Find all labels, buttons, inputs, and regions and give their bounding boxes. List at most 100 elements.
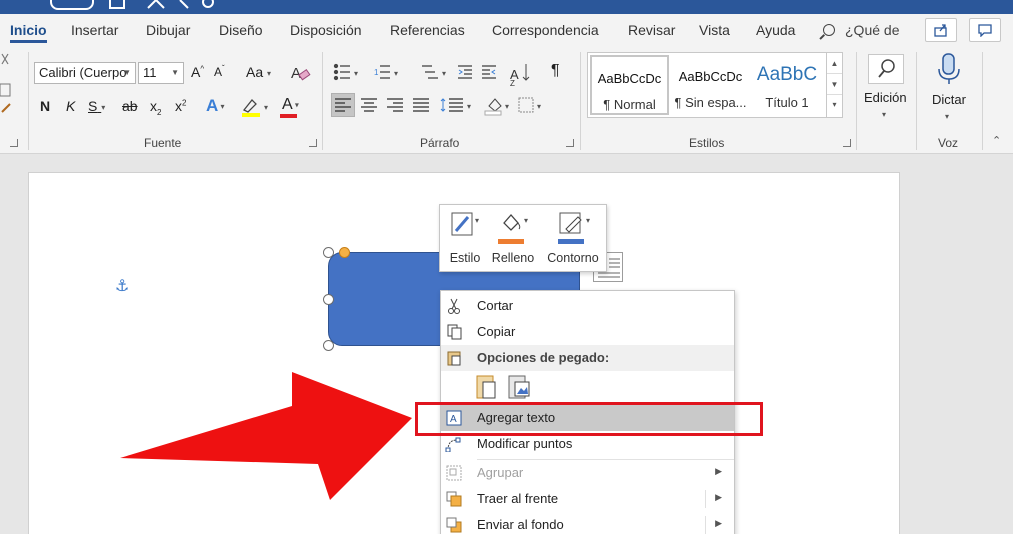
menu-item-label: Agrupar	[477, 465, 524, 480]
clipboard-launcher[interactable]	[10, 139, 18, 147]
font-name-combo[interactable]: Calibri (Cuerpo ▼	[34, 62, 136, 84]
paragraph-row2-icons[interactable]: ▾ ▾ ▾	[333, 96, 573, 116]
strikethrough-button[interactable]: ab	[122, 98, 138, 114]
gallery-more-icon[interactable]: ▾	[827, 95, 842, 115]
shrink-font-label: A	[214, 65, 223, 79]
comments-button[interactable]	[969, 18, 1001, 42]
tell-me-search[interactable]: ¿Qué de	[823, 22, 899, 38]
subscript-button[interactable]: x2	[150, 98, 161, 117]
submenu-separator	[705, 490, 706, 508]
style-sample: AaBbCcDc	[678, 69, 743, 84]
resize-handle[interactable]	[323, 247, 334, 258]
bold-button[interactable]: N	[40, 98, 50, 114]
microphone-icon[interactable]	[934, 52, 964, 86]
change-case-label: Aa	[246, 64, 264, 80]
clipboard-icons[interactable]	[0, 52, 14, 132]
svg-text:▾: ▾	[505, 102, 509, 111]
grow-font-label: A	[191, 64, 201, 80]
editing-label[interactable]: Edición	[864, 90, 907, 105]
find-button[interactable]	[868, 54, 904, 84]
chevron-right-icon[interactable]: ▶	[715, 518, 722, 529]
search-icon	[823, 24, 835, 36]
menu-item-bring-front[interactable]: Traer al frente ▶	[441, 486, 734, 512]
font-launcher[interactable]	[309, 139, 317, 147]
adjust-handle[interactable]	[339, 247, 350, 258]
font-size-combo[interactable]: 11 ▼	[138, 62, 184, 84]
highlight-color-icon[interactable]: ▾	[240, 96, 274, 118]
svg-text:▾: ▾	[475, 216, 479, 225]
chevron-down-icon: ▾	[945, 112, 950, 121]
italic-button[interactable]: K	[66, 98, 75, 114]
show-marks-button[interactable]: ¶	[551, 62, 560, 80]
scroll-up-icon[interactable]: ▲	[827, 53, 842, 74]
shrink-font-button[interactable]: Aˇ	[214, 64, 225, 79]
group-separator	[856, 52, 857, 150]
tab-referencias[interactable]: Referencias	[390, 22, 465, 38]
menu-header-paste-options: Opciones de pegado:	[441, 345, 734, 371]
shape-fill-button[interactable]: ▾ Relleno	[490, 211, 536, 269]
menu-item-cut[interactable]: Cortar	[441, 293, 734, 319]
svg-text:▾: ▾	[442, 69, 446, 78]
tab-revisar[interactable]: Revisar	[628, 22, 675, 38]
shape-outline-button[interactable]: ▾ Contorno	[542, 211, 604, 269]
font-color-swatch	[280, 114, 297, 118]
tab-vista[interactable]: Vista	[699, 22, 730, 38]
dictate-button[interactable]: Dictar	[932, 92, 966, 107]
menu-item-group[interactable]: Agrupar ▶	[441, 460, 734, 486]
collapse-ribbon-icon[interactable]: ⌃	[992, 134, 1001, 147]
paste-icon	[447, 351, 461, 366]
share-button[interactable]	[925, 18, 957, 42]
scissors-icon	[448, 298, 460, 314]
styles-scrollbar[interactable]: ▲ ▼ ▾	[826, 53, 842, 117]
font-color-button[interactable]: A ▾	[282, 96, 299, 114]
change-case-button[interactable]: Aa ▾	[246, 64, 271, 80]
tab-correspondencia[interactable]: Correspondencia	[492, 22, 599, 38]
ribbon: Calibri (Cuerpo ▼ 11 ▼ A^ Aˇ Aa ▾ A N K S …	[0, 46, 1013, 154]
quick-access-save-icon[interactable]	[50, 0, 94, 10]
svg-text:▾: ▾	[467, 102, 471, 111]
grow-font-button[interactable]: A^	[191, 64, 204, 80]
resize-handle[interactable]	[323, 294, 334, 305]
clear-formatting-icon[interactable]: A	[290, 62, 312, 84]
group-separator	[580, 52, 581, 150]
paragraph-row1-icons[interactable]: 1 ▾ ▾ ▾ A Z	[330, 60, 570, 86]
style-heading-1[interactable]: AaBbC Título 1	[748, 55, 826, 115]
text-effects-button[interactable]: A ▾	[206, 96, 225, 116]
menu-item-copy[interactable]: Copiar	[441, 319, 734, 345]
style-sample: AaBbC	[756, 64, 818, 85]
superscript-button[interactable]: x2	[175, 98, 186, 114]
svg-text:1: 1	[374, 68, 379, 77]
group-separator	[982, 52, 983, 150]
tab-insertar[interactable]: Insertar	[71, 22, 118, 38]
resize-handle[interactable]	[323, 340, 334, 351]
quick-access-icons[interactable]	[108, 0, 218, 14]
submenu-separator	[705, 516, 706, 534]
group-separator	[28, 52, 29, 150]
tab-diseno[interactable]: Diseño	[219, 22, 263, 38]
tell-me-text: ¿Qué de	[845, 22, 900, 38]
send-back-icon	[446, 517, 462, 533]
font-name-value: Calibri (Cuerpo	[39, 65, 127, 80]
style-no-spacing[interactable]: AaBbCcDc ¶ Sin espa...	[671, 55, 750, 115]
group-separator	[322, 52, 323, 150]
tab-disposicion[interactable]: Disposición	[290, 22, 362, 38]
style-normal[interactable]: AaBbCcDc ¶ Normal	[590, 55, 669, 115]
paste-option-icons[interactable]	[475, 373, 535, 401]
scroll-down-icon[interactable]: ▼	[827, 74, 842, 95]
chevron-right-icon[interactable]: ▶	[715, 492, 722, 503]
style-name: ¶ Normal	[603, 97, 656, 112]
mini-fill-label: Relleno	[491, 251, 535, 265]
shape-style-button[interactable]: ▾ Estilo	[444, 211, 486, 269]
styles-gallery[interactable]: AaBbCcDc ¶ Normal AaBbCcDc ¶ Sin espa...…	[587, 52, 843, 118]
mini-outline-label: Contorno	[547, 251, 599, 265]
styles-launcher[interactable]	[843, 139, 851, 147]
svg-text:▾: ▾	[524, 216, 528, 225]
menu-item-label: Opciones de pegado:	[477, 350, 610, 365]
paragraph-launcher[interactable]	[566, 139, 574, 147]
menu-item-send-back[interactable]: Enviar al fondo ▶	[441, 512, 734, 534]
tab-dibujar[interactable]: Dibujar	[146, 22, 190, 38]
pen-outline-icon: ▾	[559, 212, 590, 234]
tab-ayuda[interactable]: Ayuda	[756, 22, 795, 38]
tab-inicio[interactable]: Inicio	[10, 22, 47, 43]
underline-button[interactable]: S ▾	[88, 98, 105, 114]
